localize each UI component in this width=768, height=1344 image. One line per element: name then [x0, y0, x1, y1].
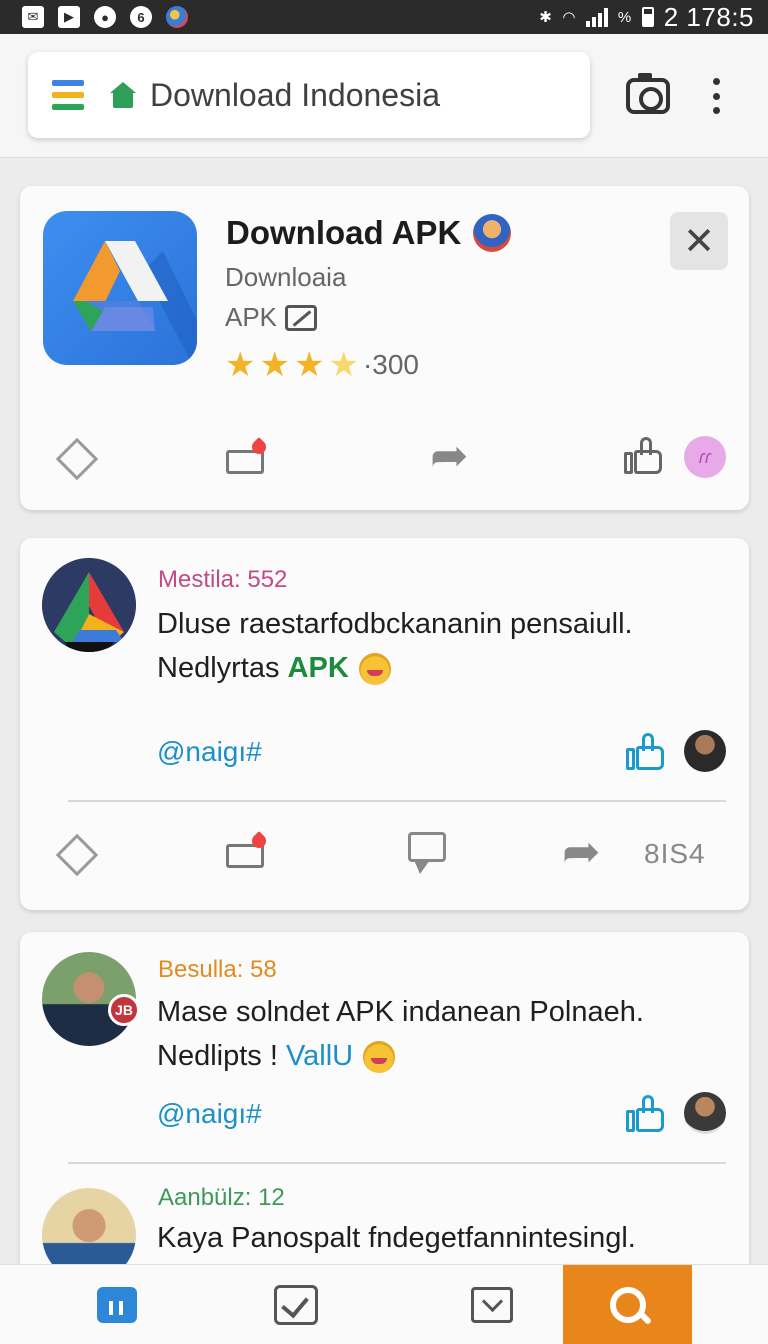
divider [68, 800, 726, 802]
user-badge[interactable]: ɾɾ [684, 436, 726, 478]
nav-search[interactable] [563, 1265, 692, 1344]
post-actions: ➦ 8IS4 [20, 828, 749, 880]
emoji-icon [358, 653, 391, 686]
post-text-line1: Kaya Panospalt fndegetfannintesingl. [157, 1222, 636, 1254]
more-icon[interactable] [710, 78, 722, 114]
play-icon: ▶ [58, 6, 80, 28]
hashtag-link[interactable]: @naigı# [157, 736, 262, 768]
status-bar: ✉ ▶ ● 6 ✱ ◠ % 2 178:5 [0, 0, 768, 34]
app-apk-label: APK [225, 302, 318, 333]
tabs-icon[interactable] [52, 78, 84, 112]
nav-tasks[interactable] [268, 1265, 324, 1344]
comment-icon[interactable] [226, 831, 270, 872]
post-username[interactable]: Besulla: 58 [158, 956, 277, 984]
nav-inbox[interactable] [468, 1265, 516, 1344]
star-icon: ★ [225, 346, 256, 384]
app-title-text: Download APK [226, 214, 462, 251]
comment-icon[interactable] [226, 437, 270, 478]
publisher-avatar[interactable] [473, 214, 512, 252]
address-bar[interactable]: Download Indonesia [28, 52, 590, 138]
app-title: Download APK [226, 214, 512, 252]
avatar[interactable] [684, 1092, 726, 1134]
app-subtitle: Downloaia [225, 262, 347, 292]
share-count: 8IS4 [644, 838, 706, 869]
divider [68, 1162, 726, 1164]
post-text: Dluse raestarfodbckananin pensaiull. Ned… [157, 602, 737, 690]
home-icon [97, 1287, 137, 1323]
hashtag-link[interactable]: @naigı# [157, 1098, 262, 1130]
post-text-prefix: Nedlyrtas [157, 652, 288, 684]
apk-text: APK [225, 302, 278, 332]
status-time: 2 178:5 [663, 1, 754, 32]
url-text[interactable]: Download Indonesia [150, 77, 440, 114]
bottom-nav [0, 1264, 768, 1344]
browser-toolbar: Download Indonesia [0, 34, 768, 158]
like-icon[interactable] [626, 732, 666, 772]
like-icon[interactable] [624, 436, 664, 476]
reply-icon[interactable] [408, 832, 448, 876]
post-text-line1: Mase solndet APK indanean Polnaeh. [157, 996, 644, 1028]
bookmark-icon[interactable] [52, 830, 102, 880]
avatar[interactable] [684, 730, 726, 772]
post-text-prefix: Nedlipts ! [157, 1040, 286, 1072]
post-text: Kaya Panospalt fndegetfannintesingl. [157, 1216, 737, 1260]
bluetooth-icon: ✱ [539, 9, 553, 26]
post-text: Mase solndet APK indanean Polnaeh. Nedli… [157, 990, 737, 1078]
app-logo[interactable] [43, 211, 197, 365]
battery-icon [641, 7, 654, 27]
like-icon[interactable] [626, 1094, 666, 1134]
inbox-icon [471, 1287, 513, 1323]
close-button[interactable]: ✕ [670, 212, 728, 270]
app-card: Download APK Downloaia APK ★ ★ ★ ★ ·300 … [20, 186, 749, 510]
avatar[interactable] [42, 558, 136, 652]
share-icon[interactable]: ➦ [430, 432, 469, 478]
app-actions: ➦ ɾɾ [20, 432, 749, 484]
star-half-icon: ★ [328, 346, 359, 384]
bookmark-icon[interactable] [52, 434, 102, 484]
signal-icon [585, 7, 608, 27]
home-icon [110, 82, 136, 108]
star-icon: ★ [293, 346, 325, 384]
nav-home[interactable] [90, 1265, 144, 1344]
emoji-icon [363, 1041, 396, 1074]
rating-count: ·300 [362, 349, 419, 380]
post-text-line2: Nedlyrtas APK [157, 646, 737, 690]
mail-icon: ✉ [22, 6, 44, 28]
star-icon: ★ [259, 346, 290, 384]
user-badge: JB [108, 994, 140, 1026]
settings-icon: 6 [130, 6, 152, 28]
value-link[interactable]: VallU [286, 1040, 353, 1072]
image-icon [285, 304, 318, 331]
signal-text: % [617, 8, 632, 26]
share-icon[interactable]: ➦ [562, 828, 601, 874]
apk-highlight[interactable]: APK [288, 652, 349, 684]
post-username[interactable]: Mestila: 552 [158, 566, 287, 594]
check-icon [274, 1285, 318, 1325]
post-text-line2: Nedlipts ! VallU [157, 1034, 737, 1078]
status-icons-right: ✱ ◠ % 2 178:5 [539, 2, 754, 33]
search-icon [609, 1287, 646, 1323]
status-icons-left: ✉ ▶ ● 6 [22, 6, 188, 28]
post-text-line1: Dluse raestarfodbckananin pensaiull. [157, 608, 633, 640]
wifi-icon: ◠ [562, 9, 576, 26]
post-username[interactable]: Aanbülz: 12 [158, 1184, 285, 1212]
circle-icon: ● [94, 6, 116, 28]
rating: ★ ★ ★ ★ ·300 [225, 348, 419, 382]
camera-icon[interactable] [626, 73, 670, 114]
globe-icon [166, 6, 188, 28]
post-card: Mestila: 552 Dluse raestarfodbckananin p… [20, 538, 749, 910]
